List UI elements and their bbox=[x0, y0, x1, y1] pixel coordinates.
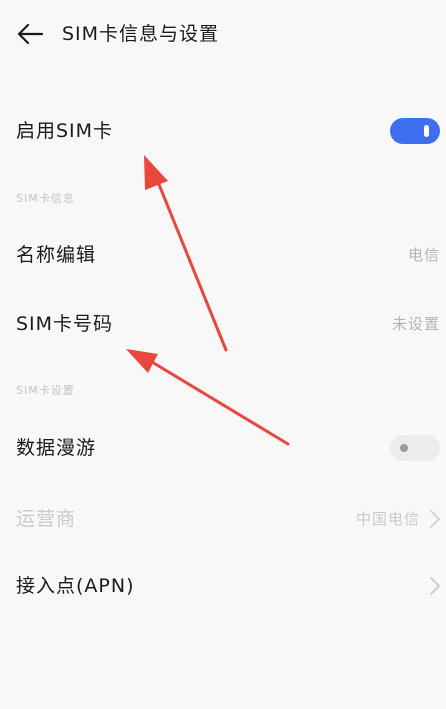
name-edit-value: 电信 bbox=[407, 246, 440, 264]
carrier-value: 中国电信 bbox=[355, 510, 420, 528]
enable-sim-row[interactable]: 启用SIM卡 bbox=[0, 100, 446, 162]
data-roaming-toggle[interactable] bbox=[390, 435, 440, 461]
section-header-sim-settings: SIM卡设置 bbox=[16, 384, 75, 397]
chevron-right-icon bbox=[428, 576, 442, 596]
carrier-row: 运营商 中国电信 bbox=[0, 488, 446, 550]
carrier-label: 运营商 bbox=[16, 508, 77, 530]
toggle-knob bbox=[424, 125, 429, 137]
data-roaming-row[interactable]: 数据漫游 bbox=[0, 418, 446, 480]
sim-number-value: 未设置 bbox=[391, 315, 440, 333]
section-header-sim-info: SIM卡信息 bbox=[16, 192, 75, 205]
sim-number-label: SIM卡号码 bbox=[16, 313, 114, 335]
toggle-knob bbox=[400, 444, 408, 452]
apn-row[interactable]: 接入点(APN) bbox=[0, 555, 446, 617]
name-edit-row[interactable]: 名称编辑 电信 bbox=[0, 225, 446, 287]
apn-label: 接入点(APN) bbox=[16, 575, 135, 597]
enable-sim-toggle[interactable] bbox=[390, 118, 440, 144]
name-edit-label: 名称编辑 bbox=[16, 244, 97, 266]
chevron-right-icon bbox=[428, 509, 442, 529]
data-roaming-label: 数据漫游 bbox=[16, 437, 97, 459]
top-bar: SIM卡信息与设置 bbox=[0, 0, 446, 70]
page-title: SIM卡信息与设置 bbox=[62, 23, 220, 45]
enable-sim-label: 启用SIM卡 bbox=[16, 120, 114, 142]
sim-number-row[interactable]: SIM卡号码 未设置 bbox=[0, 292, 446, 354]
back-arrow-icon[interactable] bbox=[14, 20, 44, 48]
